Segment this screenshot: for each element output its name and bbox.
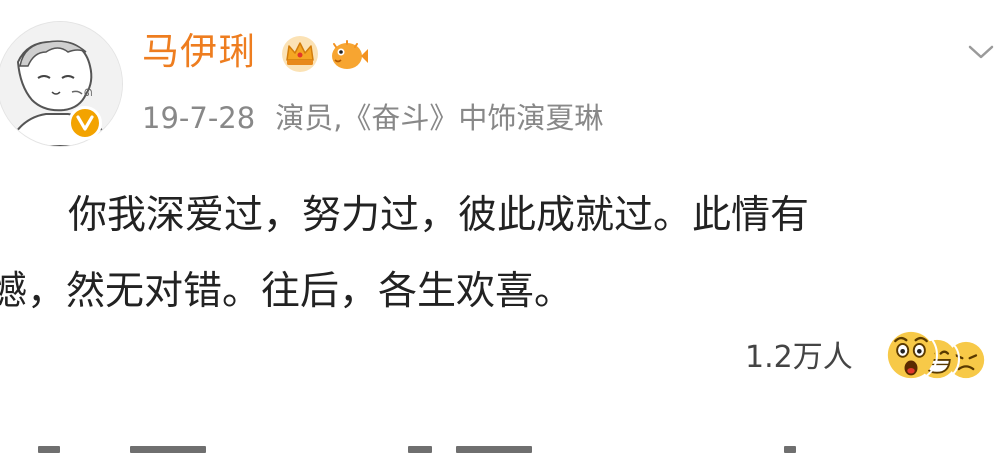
content-line: 你我深爱过，努力过，彼此成就过。此情有 [68, 193, 810, 238]
chevron-down-icon[interactable] [966, 42, 996, 62]
action-bar-partial [0, 442, 999, 453]
verified-badge-icon [68, 106, 102, 140]
like-icon-fragment [784, 446, 796, 453]
avatar-illustration: ᘏ [0, 22, 122, 146]
like-count[interactable]: 1.2万人 [745, 340, 853, 376]
share-label-fragment [130, 446, 206, 453]
comment-icon-fragment [408, 446, 432, 453]
comment-label-fragment [456, 446, 532, 453]
surprised-emoji-icon [884, 328, 938, 382]
svg-text:ᘏ: ᘏ [84, 88, 92, 99]
post-meta: 19-7-28 演员,《奋斗》中饰演夏琳 [142, 100, 603, 136]
weibo-post: ᘏ 马伊琍 19-7-28 演员,《奋斗》中饰演夏琳 你我深爱过，努力过，彼此成就… [0, 0, 999, 453]
avatar[interactable]: ᘏ [0, 22, 122, 146]
crown-badge-icon[interactable] [280, 34, 320, 74]
author-name[interactable]: 马伊琍 [142, 30, 256, 74]
content-line: 憾，然无对错。往后，各生欢喜。 [0, 269, 574, 314]
reaction-icons[interactable] [884, 328, 999, 382]
author-description: 演员,《奋斗》中饰演夏琳 [275, 101, 604, 135]
pufferfish-badge-icon[interactable] [328, 36, 368, 74]
post-date: 19-7-28 [142, 101, 256, 135]
share-icon-fragment [38, 446, 60, 453]
